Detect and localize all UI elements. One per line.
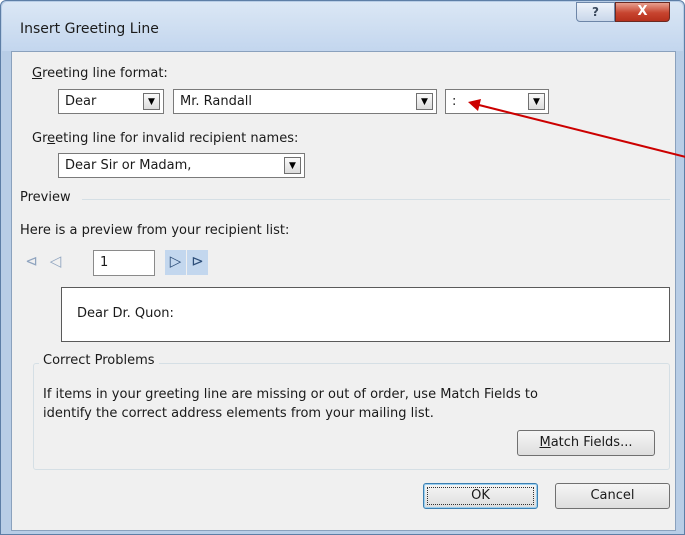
- preview-section-title: Preview: [20, 190, 71, 205]
- chevron-down-icon[interactable]: ▼: [284, 157, 301, 174]
- invalid-names-value: Dear Sir or Madam,: [65, 158, 192, 173]
- invalid-names-dropdown[interactable]: Dear Sir or Madam, ▼: [58, 153, 305, 178]
- correct-problems-line-2: identify the correct address elements fr…: [43, 406, 434, 421]
- correct-problems-text: If items in your greeting line are missi…: [43, 385, 653, 423]
- help-button[interactable]: ?: [576, 2, 615, 22]
- preview-box: Dear Dr. Quon:: [61, 287, 670, 342]
- name-format-value: Mr. Randall: [180, 94, 253, 109]
- first-record-icon[interactable]: ⊲: [21, 250, 42, 275]
- punctuation-dropdown[interactable]: : ▼: [445, 89, 549, 114]
- close-button[interactable]: X: [615, 2, 670, 22]
- punctuation-value: :: [452, 94, 457, 109]
- last-record-icon[interactable]: ⊳: [187, 250, 208, 275]
- close-icon: X: [637, 4, 648, 19]
- focus-ring: [427, 487, 534, 505]
- salutation-dropdown[interactable]: Dear ▼: [58, 89, 164, 114]
- invalid-names-label: Greeting line for invalid recipient name…: [32, 131, 299, 146]
- chevron-down-icon[interactable]: ▼: [416, 93, 433, 110]
- greeting-format-label: Greeting line format:: [32, 66, 168, 81]
- preview-divider: [82, 199, 670, 200]
- correct-problems-line-1: If items in your greeting line are missi…: [43, 387, 538, 402]
- help-icon: ?: [592, 5, 599, 19]
- dialog-window: Insert Greeting Line ? X Greeting line f…: [0, 0, 685, 535]
- preview-description: Here is a preview from your recipient li…: [20, 223, 290, 238]
- window-title: Insert Greeting Line: [20, 21, 159, 37]
- previous-record-icon[interactable]: ◁: [45, 250, 66, 275]
- correct-problems-title: Correct Problems: [39, 353, 159, 368]
- name-format-dropdown[interactable]: Mr. Randall ▼: [173, 89, 437, 114]
- chevron-down-icon[interactable]: ▼: [143, 93, 160, 110]
- preview-text: Dear Dr. Quon:: [77, 306, 174, 321]
- match-fields-button[interactable]: Match Fields...: [517, 430, 655, 456]
- next-record-icon[interactable]: ▷: [165, 250, 186, 275]
- record-number-input[interactable]: 1: [93, 250, 155, 276]
- dialog-body: Greeting line format: Dear ▼ Mr. Randall…: [11, 51, 676, 531]
- cancel-button[interactable]: Cancel: [555, 483, 670, 509]
- salutation-value: Dear: [65, 94, 97, 109]
- ok-button[interactable]: OK: [423, 483, 538, 509]
- chevron-down-icon[interactable]: ▼: [528, 93, 545, 110]
